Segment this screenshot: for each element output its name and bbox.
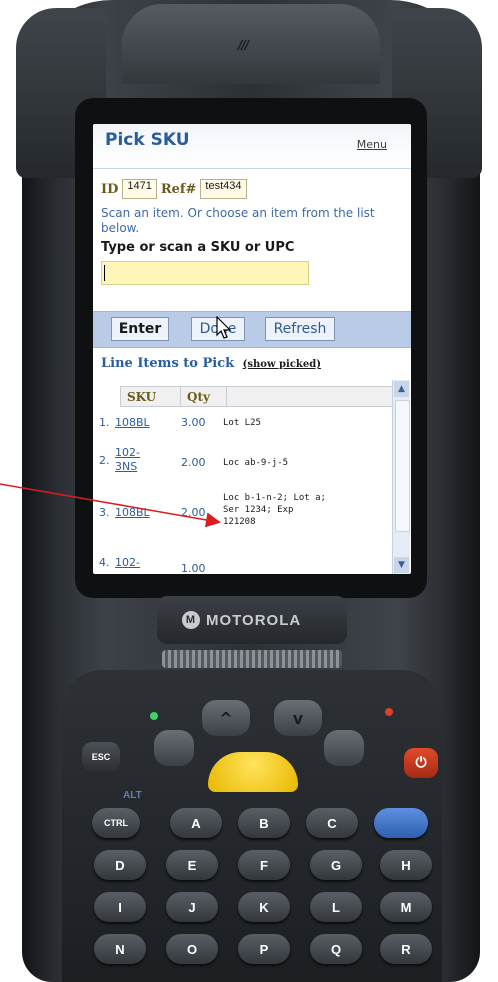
motorola-emblem-icon: M (182, 611, 200, 629)
key-o[interactable]: O (166, 934, 218, 964)
mobile-computer-device: /// Pick SKU Menu ID 1471 Ref# test434 S… (2, 0, 496, 982)
key-q[interactable]: Q (310, 934, 362, 964)
nav-left-key[interactable] (154, 730, 194, 766)
power-key[interactable]: ⏻ (404, 748, 438, 778)
scroll-down-arrow-icon[interactable]: ▼ (394, 557, 409, 573)
key-n[interactable]: N (94, 934, 146, 964)
menu-link[interactable]: Menu (357, 138, 387, 151)
sku-prompt-label: Type or scan a SKU or UPC (101, 240, 295, 255)
show-picked-link[interactable]: (show picked) (243, 359, 321, 370)
scrollbar-thumb[interactable] (395, 400, 410, 532)
table-row[interactable]: 1. 108BL (99, 416, 150, 429)
qty-value: 3.00 (181, 416, 206, 429)
nav-right-key[interactable] (324, 730, 364, 766)
scroll-up-arrow-icon[interactable]: ▲ (394, 381, 409, 397)
key-k[interactable]: K (238, 892, 290, 922)
scan-trigger-button[interactable] (208, 752, 298, 792)
brand-name: MOTOROLA (206, 611, 302, 629)
location-text: Lot L25 (223, 418, 261, 428)
enter-button[interactable]: Enter (111, 317, 169, 341)
id-label: ID (101, 181, 119, 197)
key-b[interactable]: B (238, 808, 290, 838)
speaker-grille (162, 650, 342, 668)
ref-value-field: test434 (200, 179, 247, 199)
line-items-list[interactable]: SKU Qty 1. 108BL 3.00 Lot L25 2. 102- 3N… (93, 380, 411, 574)
red-led-indicator (385, 708, 393, 716)
location-text: Loc b-1-n-2; Lot a; Ser 1234; Exp 121208 (223, 492, 326, 528)
sku-upc-input[interactable] (101, 261, 309, 285)
column-header-qty: Qty (181, 387, 227, 406)
key-e[interactable]: E (166, 850, 218, 880)
green-led-indicator (150, 712, 158, 720)
action-button-bar: Enter Done Refresh (93, 311, 411, 348)
row-number: 2. (99, 454, 110, 467)
text-caret (104, 265, 105, 281)
table-row[interactable]: 3. 108BL (99, 506, 150, 519)
sku-link-line1[interactable]: 102- (115, 446, 140, 460)
location-line: Ser 1234; Exp (223, 505, 294, 515)
device-screen: Pick SKU Menu ID 1471 Ref# test434 Scan … (93, 124, 411, 574)
qty-value: 2.00 (181, 456, 206, 469)
key-j[interactable]: J (166, 892, 218, 922)
instructions-text: Scan an item. Or choose an item from the… (101, 206, 375, 235)
vertical-scrollbar[interactable]: ▲ ▼ (392, 380, 410, 574)
sku-link[interactable]: 102- 3NS (115, 446, 140, 474)
row-number: 4. (99, 556, 110, 569)
nav-up-key[interactable]: ^ (202, 700, 250, 736)
sku-link[interactable]: 108BL (115, 416, 150, 429)
column-header-sku: SKU (121, 387, 181, 406)
sku-link[interactable]: 102- (115, 556, 140, 569)
key-l[interactable]: L (310, 892, 362, 922)
motorola-logo: M MOTOROLA (182, 605, 301, 635)
qty-value: 1.00 (181, 562, 206, 574)
key-g[interactable]: G (310, 850, 362, 880)
key-p[interactable]: P (238, 934, 290, 964)
qty-value: 2.00 (181, 506, 206, 519)
pick-sku-app: Pick SKU Menu ID 1471 Ref# test434 Scan … (93, 124, 411, 574)
sku-link[interactable]: 108BL (115, 506, 150, 519)
table-header: SKU Qty (120, 386, 402, 407)
key-a[interactable]: A (170, 808, 222, 838)
location-line: 121208 (223, 517, 256, 527)
table-row[interactable]: 4. 102- (99, 556, 140, 569)
location-line: Loc b-1-n-2; Lot a; (223, 493, 326, 503)
ref-label: Ref# (160, 181, 197, 197)
key-c[interactable]: C (306, 808, 358, 838)
blue-function-key[interactable] (374, 808, 428, 838)
title-bar: Pick SKU Menu (93, 124, 411, 169)
id-value-field: 1471 (122, 179, 157, 199)
refresh-button[interactable]: Refresh (265, 317, 335, 341)
alt-label: ALT (123, 790, 142, 801)
page-title: Pick SKU (105, 130, 190, 150)
row-number: 3. (99, 506, 110, 519)
key-m[interactable]: M (380, 892, 432, 922)
key-d[interactable]: D (94, 850, 146, 880)
nav-down-key[interactable]: v (274, 700, 322, 736)
key-i[interactable]: I (94, 892, 146, 922)
column-header-location (227, 387, 399, 406)
key-h[interactable]: H (380, 850, 432, 880)
location-text: Loc ab-9-j-5 (223, 458, 289, 468)
row-number: 1. (99, 416, 110, 429)
sku-link-line2[interactable]: 3NS (115, 460, 140, 474)
line-items-title: Line Items to Pick (101, 356, 235, 371)
line-items-heading: Line Items to Pick (show picked) (101, 356, 321, 371)
id-ref-row: ID 1471 Ref# test434 (101, 179, 247, 199)
table-row[interactable]: 2. 102- 3NS (99, 446, 140, 474)
mouse-pointer-icon (216, 316, 232, 339)
esc-key[interactable]: ESC (82, 742, 120, 772)
speaker-grille-icon: /// (238, 38, 249, 52)
ctrl-key[interactable]: CTRL (92, 808, 140, 838)
key-f[interactable]: F (238, 850, 290, 880)
key-r[interactable]: R (380, 934, 432, 964)
